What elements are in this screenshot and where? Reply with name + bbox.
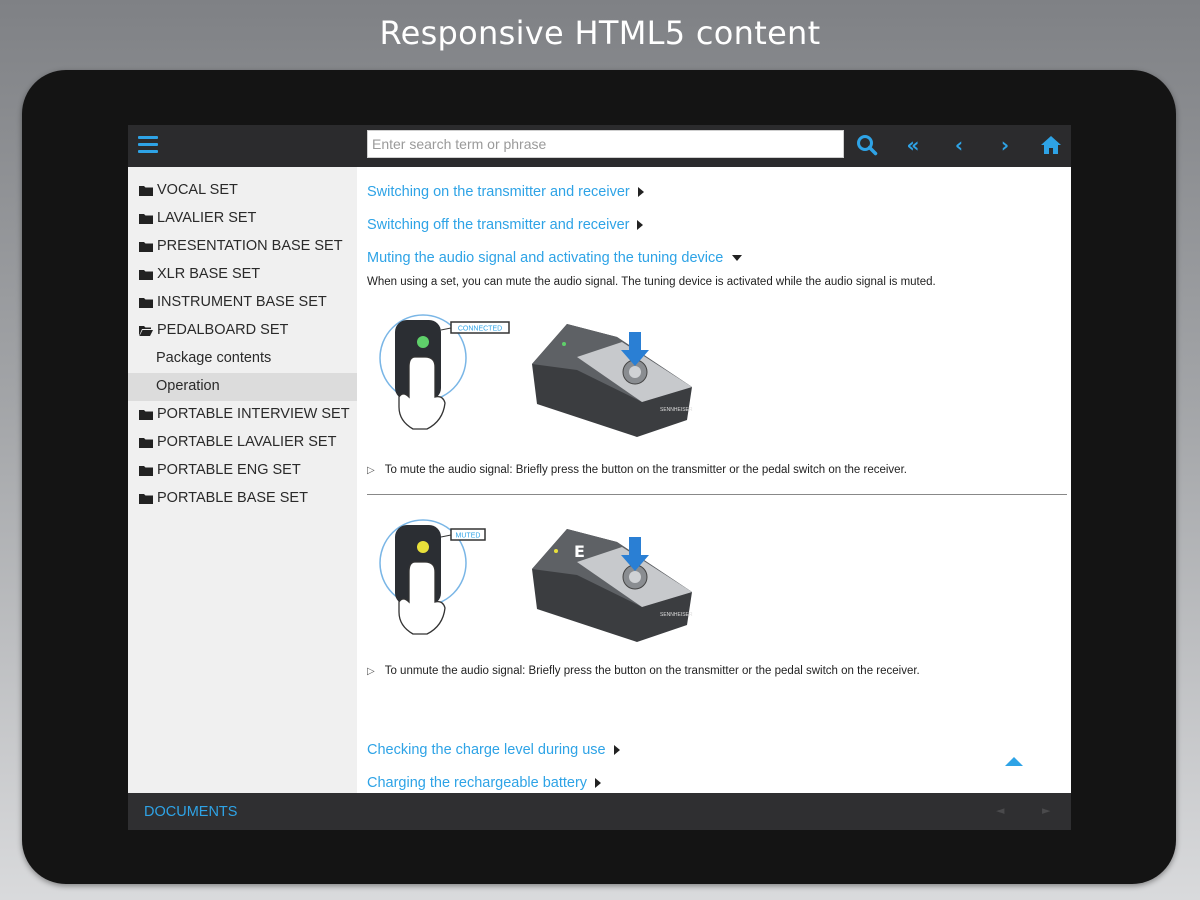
topic-link-charge-level[interactable]: Checking the charge level during use [367,733,1061,766]
collapse-arrow-icon [732,254,743,261]
footer-bar: DOCUMENTS ◄ ► [128,793,1071,830]
expand-arrow-icon [595,777,602,788]
folder-icon [139,410,153,420]
intro-text: When using a set, you can mute the audio… [367,276,936,288]
svg-text:SENNHEISER: SENNHEISER [660,407,693,413]
banner-title: Responsive HTML5 content [379,14,821,52]
folder-icon [139,438,153,448]
folder-icon [139,466,153,476]
transmitter-pedal-muted-illustration: MUTED E SENNHEISER [379,519,693,642]
divider [367,494,1067,495]
expand-arrow-icon [613,744,620,755]
folder-icon [139,186,153,196]
svg-text:SENNHEISER: SENNHEISER [660,612,693,618]
chevron-right-icon[interactable]: › [992,132,1018,158]
sidebar-item-pedalboard-set[interactable]: PEDALBOARD SET [128,317,357,345]
sidebar-toc: VOCAL SET LAVALIER SET PRESENTATION BASE… [128,167,357,793]
figure-mute-illustration: CONNECTED SENNHEISER [367,302,697,472]
folder-icon [139,494,153,504]
transmitter-pedal-illustration: CONNECTED SENNHEISER [379,314,693,437]
content-pane: Switching on the transmitter and receive… [357,167,1071,793]
footer-prev-icon[interactable]: ◄ [996,804,1004,817]
topic-link-charging-battery[interactable]: Charging the rechargeable battery [367,766,1061,793]
hamburger-menu-icon[interactable] [138,136,158,154]
double-chevron-left-icon[interactable]: « [900,132,926,158]
sidebar-item-vocal-set[interactable]: VOCAL SET [128,177,357,205]
sidebar-item-operation[interactable]: Operation [128,373,357,401]
svg-text:MUTED: MUTED [456,533,481,540]
sidebar-item-lavalier-set[interactable]: LAVALIER SET [128,205,357,233]
topic-link-muting[interactable]: Muting the audio signal and activating t… [367,241,1061,274]
svg-text:E: E [574,542,585,561]
folder-open-icon [139,326,153,336]
home-icon[interactable] [1038,132,1064,158]
sidebar-item-package-contents[interactable]: Package contents [128,345,357,373]
toolbar: « ‹ › [128,125,1071,167]
figure-unmute-illustration: MUTED E SENNHEISER [367,507,697,677]
help-viewer: « ‹ › VOCAL SET LAVALIER SET PRESENTATIO… [128,125,1071,830]
footer-next-icon[interactable]: ► [1042,804,1050,817]
search-icon[interactable] [854,132,880,158]
sidebar-item-portable-interview-set[interactable]: PORTABLE INTERVIEW SET [128,401,357,429]
sidebar-item-portable-base-set[interactable]: PORTABLE BASE SET [128,485,357,513]
scroll-top-icon[interactable] [1005,757,1023,766]
sidebar-item-instrument-base-set[interactable]: INSTRUMENT BASE SET [128,289,357,317]
search-input[interactable] [367,130,844,158]
documents-button[interactable]: DOCUMENTS [144,804,237,820]
sidebar-item-xlr-base-set[interactable]: XLR BASE SET [128,261,357,289]
folder-icon [139,242,153,252]
expand-arrow-icon [637,219,644,230]
sidebar-item-portable-eng-set[interactable]: PORTABLE ENG SET [128,457,357,485]
folder-icon [139,298,153,308]
sidebar-item-presentation-base-set[interactable]: PRESENTATION BASE SET [128,233,357,261]
svg-text:CONNECTED: CONNECTED [458,326,502,333]
expand-arrow-icon [637,186,644,197]
topic-link-switching-off[interactable]: Switching off the transmitter and receiv… [367,208,1061,241]
chevron-left-icon[interactable]: ‹ [946,132,972,158]
folder-icon [139,214,153,224]
topic-link-switching-on[interactable]: Switching on the transmitter and receive… [367,175,1061,208]
sidebar-item-portable-lavalier-set[interactable]: PORTABLE LAVALIER SET [128,429,357,457]
folder-icon [139,270,153,280]
